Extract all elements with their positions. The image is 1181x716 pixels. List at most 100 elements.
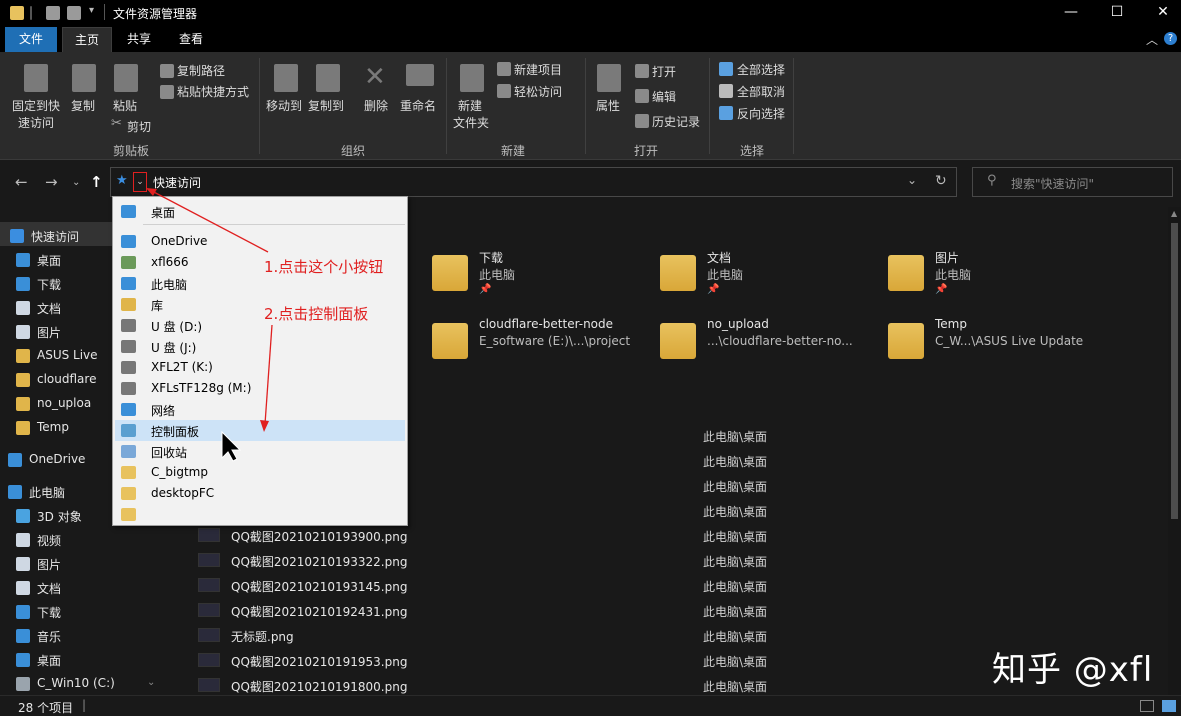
paste-shortcut-icon[interactable] <box>160 85 174 99</box>
folder-tile[interactable]: 下载 此电脑 📌 <box>432 247 652 303</box>
pin-to-quick-access-label[interactable]: 固定到快 <box>12 97 60 114</box>
properties-icon[interactable] <box>46 6 60 20</box>
forward-arrow-icon[interactable]: → <box>45 173 58 191</box>
large-icons-view-icon[interactable] <box>1162 700 1176 712</box>
search-input[interactable]: 搜索"快速访问" <box>1011 175 1094 192</box>
select-none-button[interactable]: 全部取消 <box>737 83 785 100</box>
properties-button[interactable]: 属性 <box>596 97 620 114</box>
sidebar-item[interactable]: C_Win10 (C:) <box>0 672 160 696</box>
paste-shortcut-button[interactable]: 粘贴快捷方式 <box>177 83 249 100</box>
close-button[interactable]: ✕ <box>1140 0 1181 27</box>
maximize-button[interactable]: ☐ <box>1094 0 1140 27</box>
help-icon[interactable]: ? <box>1164 32 1177 45</box>
file-row[interactable]: QQ截图20210210193145.png 此电脑\桌面 <box>160 573 1168 598</box>
sidebar-item[interactable]: 视频 <box>0 528 160 552</box>
sidebar-item[interactable]: 图片 <box>0 552 160 576</box>
address-path[interactable]: 快速访问 <box>153 174 201 191</box>
open-button[interactable]: 打开 <box>652 63 676 80</box>
invert-selection-icon[interactable] <box>719 106 733 120</box>
new-folder-icon[interactable] <box>460 64 484 92</box>
rename-icon[interactable] <box>406 64 434 86</box>
video-icon <box>16 533 30 547</box>
dropdown-item[interactable]: XFLsTF128g (M:) <box>115 378 405 399</box>
new-folder-button[interactable]: 新建 <box>458 97 482 114</box>
paste-icon[interactable] <box>114 64 138 92</box>
dropdown-item[interactable]: XFL2T (K:) <box>115 357 405 378</box>
refresh-icon[interactable]: ↻ <box>935 173 947 189</box>
search-box[interactable]: ⚲ 搜索"快速访问" <box>972 167 1173 197</box>
tab-share[interactable]: 共享 <box>116 27 162 52</box>
recent-locations-icon[interactable]: ⌄ <box>72 177 80 188</box>
folder-tile[interactable]: 图片 此电脑 📌 <box>888 247 1108 303</box>
sidebar-item[interactable]: 下载 <box>0 600 160 624</box>
pin-to-quick-access-label-2[interactable]: 速访问 <box>18 114 54 131</box>
back-arrow-icon[interactable]: ← <box>15 173 28 191</box>
copy-path-button[interactable]: 复制路径 <box>177 62 225 79</box>
invert-selection-button[interactable]: 反向选择 <box>737 105 785 122</box>
history-icon[interactable] <box>635 114 649 128</box>
up-arrow-icon[interactable]: ↑ <box>90 173 103 191</box>
location-dropdown-button[interactable]: ⌄ <box>133 172 147 192</box>
move-to-icon[interactable] <box>274 64 298 92</box>
minimize-button[interactable]: — <box>1048 0 1094 27</box>
move-to-button[interactable]: 移动到 <box>266 97 302 114</box>
open-icon[interactable] <box>635 64 649 78</box>
file-row[interactable]: QQ截图20210210193900.png 此电脑\桌面 <box>160 523 1168 548</box>
collapse-ribbon-icon[interactable]: ︿ <box>1146 31 1158 48</box>
cut-button[interactable]: 剪切 <box>127 118 151 135</box>
copy-to-icon[interactable] <box>316 64 340 92</box>
address-bar[interactable]: ★ ⌄ 快速访问 ⌄ ↻ <box>110 167 957 197</box>
sidebar-item[interactable]: 音乐 <box>0 624 160 648</box>
copy-path-icon[interactable] <box>160 64 174 78</box>
dropdown-item[interactable]: U 盘 (J:) <box>115 336 405 357</box>
paste-button[interactable]: 粘贴 <box>113 97 137 114</box>
select-all-icon[interactable] <box>719 62 733 76</box>
delete-icon[interactable]: ✕ <box>364 62 386 92</box>
new-folder-icon[interactable] <box>67 6 81 20</box>
dropdown-item[interactable]: 回收站 <box>115 441 405 462</box>
new-folder-button-2[interactable]: 文件夹 <box>453 114 489 131</box>
dropdown-item[interactable]: C_bigtmp <box>115 462 405 483</box>
folder-tile[interactable]: no_upload ...\cloudflare-better-no... <box>660 315 880 371</box>
sidebar-item[interactable]: 文档 <box>0 576 160 600</box>
history-button[interactable]: 历史记录 <box>652 113 700 130</box>
folder-tile[interactable]: Temp C_W...\ASUS Live Update <box>888 315 1108 371</box>
pin-icon[interactable] <box>24 64 48 92</box>
dropdown-item[interactable]: 网络 <box>115 399 405 420</box>
new-item-icon[interactable] <box>497 62 511 76</box>
easy-access-button[interactable]: 轻松访问 <box>514 83 562 100</box>
copy-icon[interactable] <box>72 64 96 92</box>
tab-home[interactable]: 主页 <box>62 27 112 52</box>
sidebar-scroll-down-icon[interactable]: ⌄ <box>147 677 155 688</box>
file-row[interactable]: QQ截图20210210192431.png 此电脑\桌面 <box>160 598 1168 623</box>
details-view-icon[interactable] <box>1140 700 1154 712</box>
select-none-icon[interactable] <box>719 84 733 98</box>
dropdown-item[interactable]: 控制面板 <box>115 420 405 441</box>
dropdown-item[interactable]: 桌面 <box>115 201 405 222</box>
folder-tile[interactable]: 文档 此电脑 📌 <box>660 247 880 303</box>
tab-view[interactable]: 查看 <box>168 27 214 52</box>
properties-icon[interactable] <box>597 64 621 92</box>
dropdown-item[interactable] <box>115 504 405 525</box>
copy-button[interactable]: 复制 <box>71 97 95 114</box>
select-all-button[interactable]: 全部选择 <box>737 61 785 78</box>
vertical-scrollbar[interactable]: ▲ <box>1168 207 1181 695</box>
sidebar-item[interactable]: 桌面 <box>0 648 160 672</box>
delete-button[interactable]: 删除 <box>364 97 388 114</box>
easy-access-icon[interactable] <box>497 84 511 98</box>
dropdown-item[interactable]: OneDrive <box>115 231 405 252</box>
customize-quick-access-icon[interactable]: ▾ <box>89 5 94 16</box>
copy-to-button[interactable]: 复制到 <box>308 97 344 114</box>
edit-button[interactable]: 编辑 <box>652 88 676 105</box>
edit-icon[interactable] <box>635 89 649 103</box>
tab-file[interactable]: 文件 <box>5 27 57 52</box>
folder-tile[interactable]: cloudflare-better-node E_software (E:)\..… <box>432 315 652 371</box>
scroll-up-icon[interactable]: ▲ <box>1171 209 1177 218</box>
rename-button[interactable]: 重命名 <box>400 97 436 114</box>
new-item-button[interactable]: 新建项目 <box>514 61 562 78</box>
dropdown-item[interactable]: desktopFC <box>115 483 405 504</box>
scrollbar-thumb[interactable] <box>1171 223 1178 519</box>
scissors-icon[interactable]: ✂ <box>111 116 122 131</box>
address-history-icon[interactable]: ⌄ <box>907 173 917 187</box>
file-row[interactable]: QQ截图20210210193322.png 此电脑\桌面 <box>160 548 1168 573</box>
